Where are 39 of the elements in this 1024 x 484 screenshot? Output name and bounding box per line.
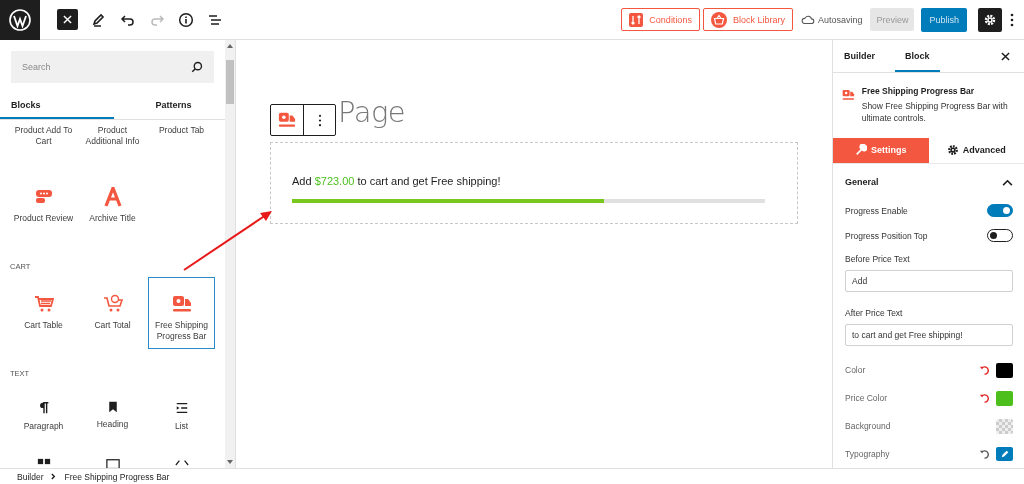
block-library-button[interactable]: Block Library [702,8,793,31]
text-input[interactable]: to cart and get Free shipping! [845,324,1013,346]
block-tile[interactable]: Product Additional Info [79,120,146,170]
field-label: Progress Enable [845,205,908,216]
field-label: Color [845,365,867,375]
breadcrumb-item[interactable]: Free Shipping Progress Bar [64,471,170,482]
block-tile[interactable]: Archive Title [79,170,146,242]
block-tile[interactable]: Heading [79,384,146,456]
block-tile[interactable]: Product Review [10,170,77,242]
panel-tab[interactable]: Block [895,40,940,72]
block-tile[interactable]: Product Tab [148,120,215,170]
field-label: Typography [845,449,891,459]
text-input[interactable]: Add [845,270,1013,292]
breadcrumb-item[interactable]: Builder [17,471,44,482]
page-title: Page [338,95,407,129]
field-label: Background [845,421,892,431]
section-header[interactable]: General [845,164,1013,198]
block-description: Show Free Shipping Progress Bar with ultimate controls. [861,100,1009,124]
field-label: Price Color [845,393,889,403]
block-tile[interactable]: Product Add To Cart [10,120,77,170]
block-tile[interactable]: Cart Table [10,277,77,349]
block-tile[interactable]: Free Shipping Progress Bar [148,277,215,349]
block-tile[interactable]: Cart Total [79,277,146,349]
block-tile[interactable]: List [148,384,215,456]
inserter-tab[interactable]: Patterns [114,91,225,119]
inserter-tab[interactable]: Blocks [0,91,114,119]
shipping-notice: Add $723.00 to cart and get Free shipping! [292,175,502,187]
field-label: Before Price Text [845,254,911,264]
settings-tab[interactable]: Advanced [928,137,1024,163]
conditions-button[interactable]: Conditions [621,8,700,31]
publish-button[interactable]: Publish [921,7,967,32]
progress-bar-block[interactable]: Add $723.00 to cart and get Free shipping! [270,142,798,224]
autosaving-status: Autosaving [800,14,863,25]
search-field[interactable]: Search [11,51,214,83]
block-title: Free Shipping Progress Bar [861,86,976,96]
panel-tab[interactable]: Builder [844,40,885,72]
field-label: After Price Text [845,308,904,318]
block-tile[interactable]: Paragraph [10,384,77,456]
field-label: Progress Position Top [845,230,928,241]
